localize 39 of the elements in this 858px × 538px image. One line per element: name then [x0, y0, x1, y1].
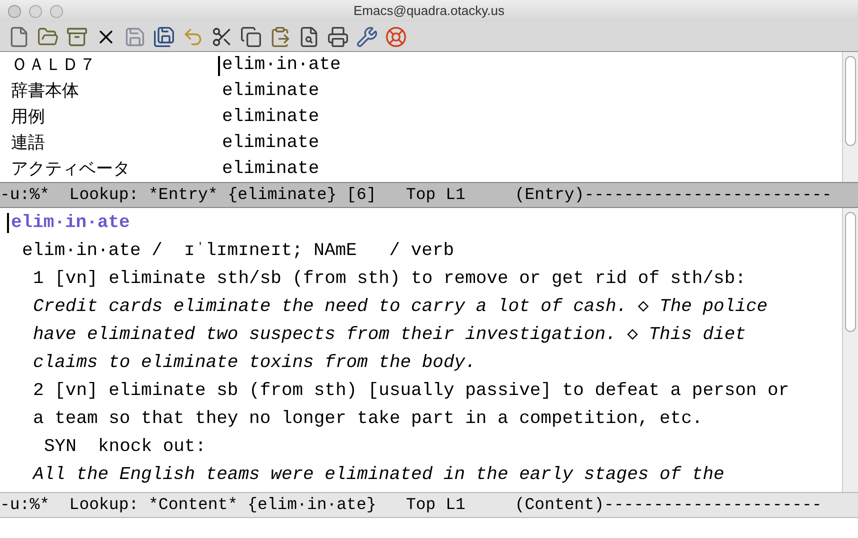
text-cursor [7, 213, 9, 233]
entry-source: アクティベータ [11, 158, 131, 181]
entry-text: 1 [vn] eliminate sth/sb (from sth) to remove or get rid of sth/sb: [33, 268, 746, 290]
text-cursor [218, 56, 220, 76]
mode-line-text: -u:%* Lookup: *Entry* {eliminate} [6] Top L1 (Entry)------------------------- [0, 184, 832, 206]
copy-icon[interactable] [240, 26, 262, 48]
entry-word[interactable]: eliminate [222, 78, 320, 105]
scrollbar-thumb[interactable] [845, 56, 856, 146]
entry-text: SYN knock out: [44, 436, 206, 458]
folder-icon[interactable] [37, 26, 59, 48]
close-window-button[interactable] [8, 4, 21, 18]
clipboard-icon[interactable] [269, 26, 291, 48]
entry-text: Credit cards eliminate the need to carry a lot of cash. ◇ The police [33, 296, 768, 318]
mode-line-text: -u:%* Lookup: *Content* {elim·in·ate} Top L1 (Content)---------------------- [0, 494, 822, 516]
lifebuoy-icon[interactable] [385, 26, 407, 48]
entry-source: 辞書本体 [11, 80, 80, 103]
headword: elim·in·ate [11, 212, 130, 234]
tools-icon[interactable] [356, 26, 378, 48]
scrollbar[interactable] [842, 208, 858, 492]
window-title: Emacs@quadra.otacky.us [354, 2, 504, 20]
entry-text: a team so that they no longer take part in a competition, etc. [33, 408, 703, 430]
search-icon[interactable] [298, 26, 320, 48]
scissors-icon[interactable] [211, 26, 233, 48]
entry-word[interactable]: eliminate [222, 156, 320, 182]
entry-source: ＯＡＬＤ７ [11, 54, 97, 77]
entry-text: have eliminated two suspects from their investigation. ◇ This diet [33, 324, 746, 346]
scrollbar-thumb[interactable] [845, 212, 856, 332]
entry-source: 用例 [11, 106, 46, 129]
entry-text: 2 [vn] eliminate sb (from sth) [usually passive] to defeat a person or [33, 380, 790, 402]
entry-source: 連語 [11, 132, 46, 155]
entry-text: All the English teams were eliminated in the early stages of the [33, 464, 724, 486]
file-icon[interactable] [8, 26, 30, 48]
entry-text: claims to eliminate toxins from the body. [33, 352, 476, 374]
entry-word[interactable]: eliminate [222, 104, 320, 131]
printer-icon[interactable] [327, 26, 349, 48]
entry-text: elim·in·ate / ɪˈlɪmɪneɪt; NAmE / verb [22, 240, 454, 262]
entry-word[interactable]: elim·in·ate [222, 52, 341, 79]
entry-word[interactable]: eliminate [222, 130, 320, 157]
scrollbar[interactable] [842, 52, 858, 182]
